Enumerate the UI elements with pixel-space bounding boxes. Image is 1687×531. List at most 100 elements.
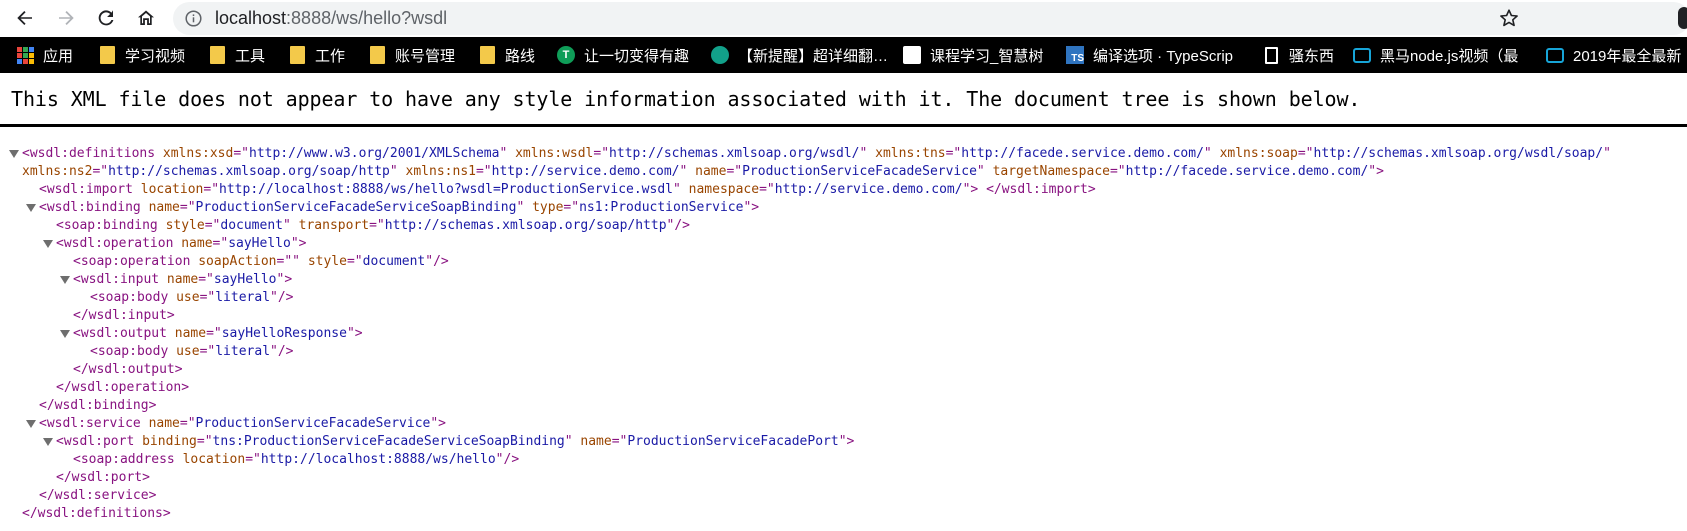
attr-value: ProductionServiceFacadeService <box>742 164 977 179</box>
tag-text: =" <box>196 434 213 449</box>
collapse-toggle-icon[interactable] <box>26 420 36 428</box>
tag-text: =" <box>92 164 109 179</box>
collapse-toggle-icon[interactable] <box>60 330 70 338</box>
bilibili-tv-icon <box>1546 46 1564 64</box>
home-button[interactable] <box>132 4 160 32</box>
bookmark-folder-routes[interactable]: 路线 <box>478 37 535 73</box>
attr-name: use <box>176 344 200 359</box>
xml-line: </wsdl:input> <box>73 307 175 325</box>
tag-text: </wsdl:output> <box>73 362 183 377</box>
tag-text: <soap:operation <box>73 254 199 269</box>
collapse-toggle-icon[interactable] <box>26 204 36 212</box>
bookmark-label: 2019年最全最新 <box>1573 47 1682 65</box>
tag-text: " <box>389 164 406 179</box>
tag-text: =" <box>199 344 216 359</box>
tag-text: "> <box>1368 164 1384 179</box>
url-host: localhost <box>215 8 287 28</box>
tag-text: <wsdl:output <box>73 326 175 341</box>
back-arrow-icon <box>17 11 32 25</box>
wave-icon <box>903 46 921 64</box>
folder-icon <box>478 46 496 64</box>
info-icon[interactable] <box>185 10 202 27</box>
attr-value: ProductionServiceFacadePort <box>627 434 839 449</box>
attr-value: http://facede.service.demo.com/ <box>1125 164 1369 179</box>
bookmark-apps[interactable]: 应用 <box>16 37 73 73</box>
collapse-toggle-icon[interactable] <box>9 150 19 158</box>
browser-toolbar: localhost:8888/ws/hello?wsdl <box>0 0 1687 37</box>
attr-value: literal <box>215 344 271 359</box>
tag-text: <soap:body <box>90 290 177 305</box>
tag-text: =" <box>563 200 580 215</box>
collapse-toggle-icon[interactable] <box>43 438 53 446</box>
attr-name: location <box>140 182 204 197</box>
xml-line: </wsdl:service> <box>39 487 156 505</box>
tag-text: " <box>564 434 581 449</box>
attr-name: targetNamespace <box>992 164 1110 179</box>
reload-button[interactable] <box>92 4 120 32</box>
tag-text: =" <box>759 182 775 197</box>
bookmark-folder-tools[interactable]: 工具 <box>208 37 265 73</box>
attr-name: name <box>148 200 180 215</box>
tag-text: </wsdl:binding> <box>39 398 157 413</box>
profile-avatar[interactable] <box>1678 7 1687 29</box>
xml-line: </wsdl:binding> <box>39 397 156 415</box>
notice-divider <box>0 124 1687 127</box>
bookmark-folder-study-videos[interactable]: 学习视频 <box>98 37 185 73</box>
tag-text: "/> <box>270 344 294 359</box>
attr-value: http://facede.service.demo.com/ <box>961 146 1204 161</box>
bookmark-typescript[interactable]: TS 编译选项 · TypeScrip <box>1066 37 1233 73</box>
url-text[interactable]: localhost:8888/ws/hello?wsdl <box>215 8 447 29</box>
tag-text: <soap:address <box>73 452 183 467</box>
tag-text: " <box>672 182 689 197</box>
bookmark-label: 让一切变得有趣 <box>584 47 690 65</box>
document-icon <box>1262 46 1280 64</box>
bookmarks-bar: 应用 学习视频 工具 工作 账号管理 路线 T 让一切变得有趣 【新提醒】超详细… <box>0 37 1687 73</box>
tag-text: "/> <box>666 218 691 233</box>
attr-value: ns1:ProductionService <box>579 200 744 215</box>
attr-value: http://localhost:8888/ws/hello?wsdl=Prod… <box>219 182 673 197</box>
bookmark-folder-accounts[interactable]: 账号管理 <box>368 37 455 73</box>
xml-line: </wsdl:port> <box>56 469 150 487</box>
xml-line: <wsdl:operation name="sayHello"> <box>56 235 306 253</box>
forward-button[interactable] <box>52 4 80 32</box>
bookmark-label: 账号管理 <box>395 47 456 65</box>
xml-line: <soap:body use="literal"/> <box>90 343 294 361</box>
tag-text: =" <box>245 452 261 467</box>
bookmark-label: 学习视频 <box>125 47 186 65</box>
tag-text: " <box>1203 146 1220 161</box>
tag-text: <wsdl:binding <box>39 200 149 215</box>
tag-text: =" <box>475 164 492 179</box>
xml-line: <wsdl:input name="sayHello"> <box>73 271 292 289</box>
bookmark-label: 路线 <box>505 47 536 65</box>
attr-value: ProductionServiceFacadeService <box>195 416 431 431</box>
collapse-toggle-icon[interactable] <box>43 240 53 248</box>
address-bar[interactable]: localhost:8888/ws/hello?wsdl <box>173 2 1687 35</box>
tag-text: =" <box>346 254 363 269</box>
bookmark-folder-work[interactable]: 工作 <box>288 37 345 73</box>
attr-name: xmlns:soap <box>1219 146 1298 161</box>
collapse-toggle-icon[interactable] <box>60 276 70 284</box>
tag-text: =" <box>212 236 229 251</box>
attr-value: http://service.demo.com/ <box>491 164 680 179</box>
bookmark-course[interactable]: 课程学习_智慧树 <box>903 37 1043 73</box>
tag-text: =" <box>199 290 216 305</box>
bookmark-label: 骚东西 <box>1289 47 1335 65</box>
xml-line: <soap:binding style="document" transport… <box>56 217 690 235</box>
bookmark-misc[interactable]: 骚东西 <box>1262 37 1334 73</box>
bookmark-star-icon[interactable] <box>1499 8 1519 28</box>
bookmark-node-video[interactable]: 黑马node.js视频（最 <box>1353 37 1518 73</box>
attr-name: xmlns:ns2 <box>22 164 93 179</box>
back-button[interactable] <box>11 4 39 32</box>
tag-text: =" <box>611 434 628 449</box>
attr-name: xmlns:wsdl <box>515 146 594 161</box>
attr-name: use <box>176 290 200 305</box>
tag-text: <wsdl:port <box>56 434 143 449</box>
typescript-icon: TS <box>1066 46 1084 64</box>
bookmark-2019[interactable]: 2019年最全最新 <box>1546 37 1681 73</box>
tag-text: </wsdl:input> <box>73 308 175 323</box>
attr-value: sayHello <box>213 272 277 287</box>
bookmark-reminder[interactable]: 【新提醒】超详细翻… <box>711 37 888 73</box>
tag-text: =" <box>204 218 221 233</box>
attr-name: style <box>307 254 347 269</box>
bookmark-fun[interactable]: T 让一切变得有趣 <box>557 37 689 73</box>
